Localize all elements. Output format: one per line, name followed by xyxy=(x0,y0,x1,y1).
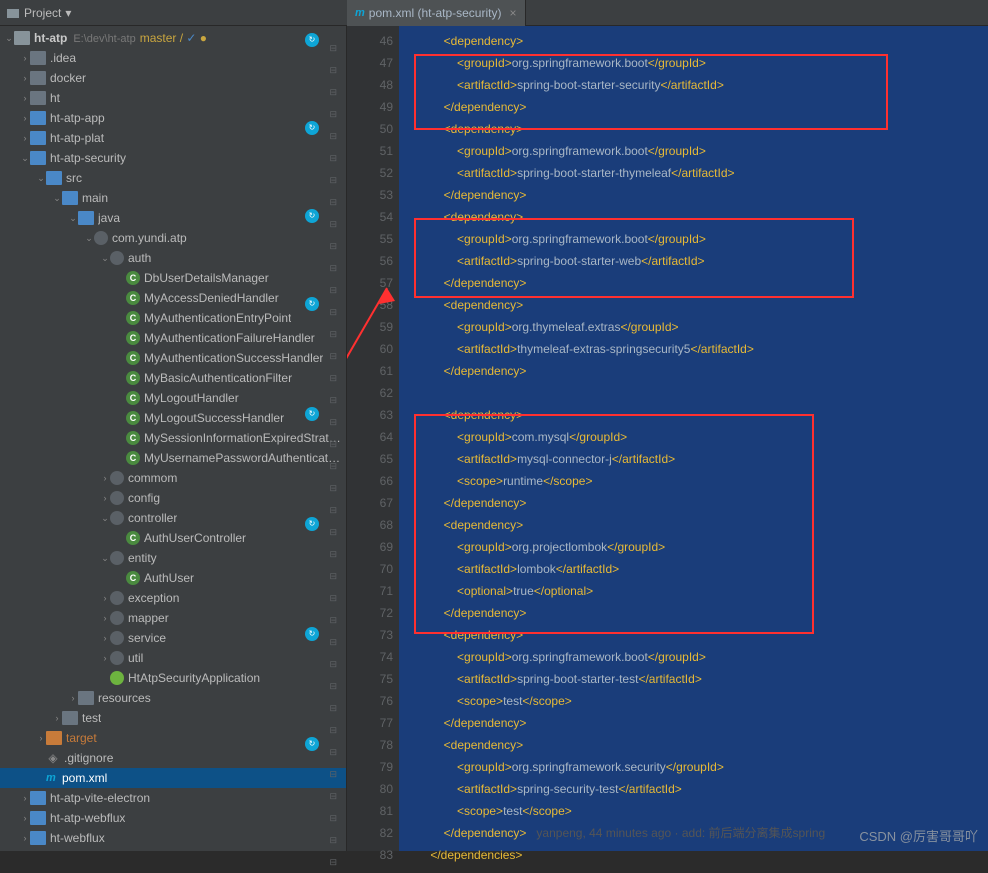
project-dropdown[interactable]: Project ▾ xyxy=(6,6,71,20)
tree-item-util[interactable]: ›util xyxy=(0,648,346,668)
tree-item-mysessioninformationexpiredstrategy[interactable]: CMySessionInformationExpiredStrategy xyxy=(0,428,346,448)
tree-item-config[interactable]: ›config xyxy=(0,488,346,508)
tree-item-resources[interactable]: ›resources xyxy=(0,688,346,708)
chevron-down-icon: ▾ xyxy=(65,6,71,20)
tree-item-java[interactable]: ⌄java xyxy=(0,208,346,228)
tree-item-main[interactable]: ⌄main xyxy=(0,188,346,208)
tree-root[interactable]: ⌄ht-atpE:\dev\ht-atpmaster / ✓ ● xyxy=(0,28,346,48)
tree-item-mylogouthandler[interactable]: CMyLogoutHandler xyxy=(0,388,346,408)
tree-item-myauthenticationentrypoint[interactable]: CMyAuthenticationEntryPoint xyxy=(0,308,346,328)
tree-item-dbuserdetailsmanager[interactable]: CDbUserDetailsManager xyxy=(0,268,346,288)
code-editor[interactable]: ↻⊟46⊟47⊟48⊟49↻⊟50⊟51⊟52⊟53↻⊟54⊟55⊟56⊟57↻… xyxy=(347,26,988,851)
tree-item-pom-xml[interactable]: mpom.xml xyxy=(0,768,346,788)
tree-item-target[interactable]: ›target xyxy=(0,728,346,748)
close-icon[interactable]: × xyxy=(509,6,516,20)
watermark: CSDN @厉害哥哥吖 xyxy=(859,826,978,845)
project-icon xyxy=(6,6,20,20)
tree-item-myusernamepasswordauthenticationfilter[interactable]: CMyUsernamePasswordAuthenticationFilter xyxy=(0,448,346,468)
tab-pom-xml[interactable]: m pom.xml (ht-atp-security) × xyxy=(347,0,526,26)
code-area[interactable]: <dependency> <groupId>org.springframewor… xyxy=(399,26,988,851)
tree-item-mapper[interactable]: ›mapper xyxy=(0,608,346,628)
editor-tabs: m pom.xml (ht-atp-security) × xyxy=(347,0,988,26)
tree-item-test[interactable]: ›test xyxy=(0,708,346,728)
tree-item-myaccessdeniedhandler[interactable]: CMyAccessDeniedHandler xyxy=(0,288,346,308)
tree-item-exception[interactable]: ›exception xyxy=(0,588,346,608)
tree-item-ht-atp-security[interactable]: ⌄ht-atp-security xyxy=(0,148,346,168)
tab-label: pom.xml (ht-atp-security) xyxy=(369,6,502,20)
tree-item-com-yundi-atp[interactable]: ⌄com.yundi.atp xyxy=(0,228,346,248)
maven-icon: m xyxy=(355,7,365,19)
tree-item-authuser[interactable]: CAuthUser xyxy=(0,568,346,588)
tree-item-ht-atp-plat[interactable]: ›ht-atp-plat xyxy=(0,128,346,148)
tree-item-service[interactable]: ›service xyxy=(0,628,346,648)
tree-item-auth[interactable]: ⌄auth xyxy=(0,248,346,268)
tree-item-htatpsecurityapplication[interactable]: HtAtpSecurityApplication xyxy=(0,668,346,688)
project-tree[interactable]: ⌄ht-atpE:\dev\ht-atpmaster / ✓ ●›.idea›d… xyxy=(0,26,347,851)
tree-item-controller[interactable]: ⌄controller xyxy=(0,508,346,528)
tree-item-ht-webflux[interactable]: ›ht-webflux xyxy=(0,828,346,848)
tree-item-mybasicauthenticationfilter[interactable]: CMyBasicAuthenticationFilter xyxy=(0,368,346,388)
line-gutter: ↻⊟46⊟47⊟48⊟49↻⊟50⊟51⊟52⊟53↻⊟54⊟55⊟56⊟57↻… xyxy=(347,26,399,851)
tree-item-entity[interactable]: ⌄entity xyxy=(0,548,346,568)
project-label: Project xyxy=(24,6,61,20)
tree-item-mylogoutsuccesshandler[interactable]: CMyLogoutSuccessHandler xyxy=(0,408,346,428)
tree-item-myauthenticationsuccesshandler[interactable]: CMyAuthenticationSuccessHandler xyxy=(0,348,346,368)
tree-item--gitignore[interactable]: ◈.gitignore xyxy=(0,748,346,768)
tree-item-ht-atp-app[interactable]: ›ht-atp-app xyxy=(0,108,346,128)
tree-item-authusercontroller[interactable]: CAuthUserController xyxy=(0,528,346,548)
tree-item-src[interactable]: ⌄src xyxy=(0,168,346,188)
tree-item-ht-atp-webflux[interactable]: ›ht-atp-webflux xyxy=(0,808,346,828)
tree-item--idea[interactable]: ›.idea xyxy=(0,48,346,68)
tree-item-docker[interactable]: ›docker xyxy=(0,68,346,88)
tree-item-commom[interactable]: ›commom xyxy=(0,468,346,488)
tree-item-ht-atp-vite-electron[interactable]: ›ht-atp-vite-electron xyxy=(0,788,346,808)
tree-item-myauthenticationfailurehandler[interactable]: CMyAuthenticationFailureHandler xyxy=(0,328,346,348)
tree-item-ht[interactable]: ›ht xyxy=(0,88,346,108)
